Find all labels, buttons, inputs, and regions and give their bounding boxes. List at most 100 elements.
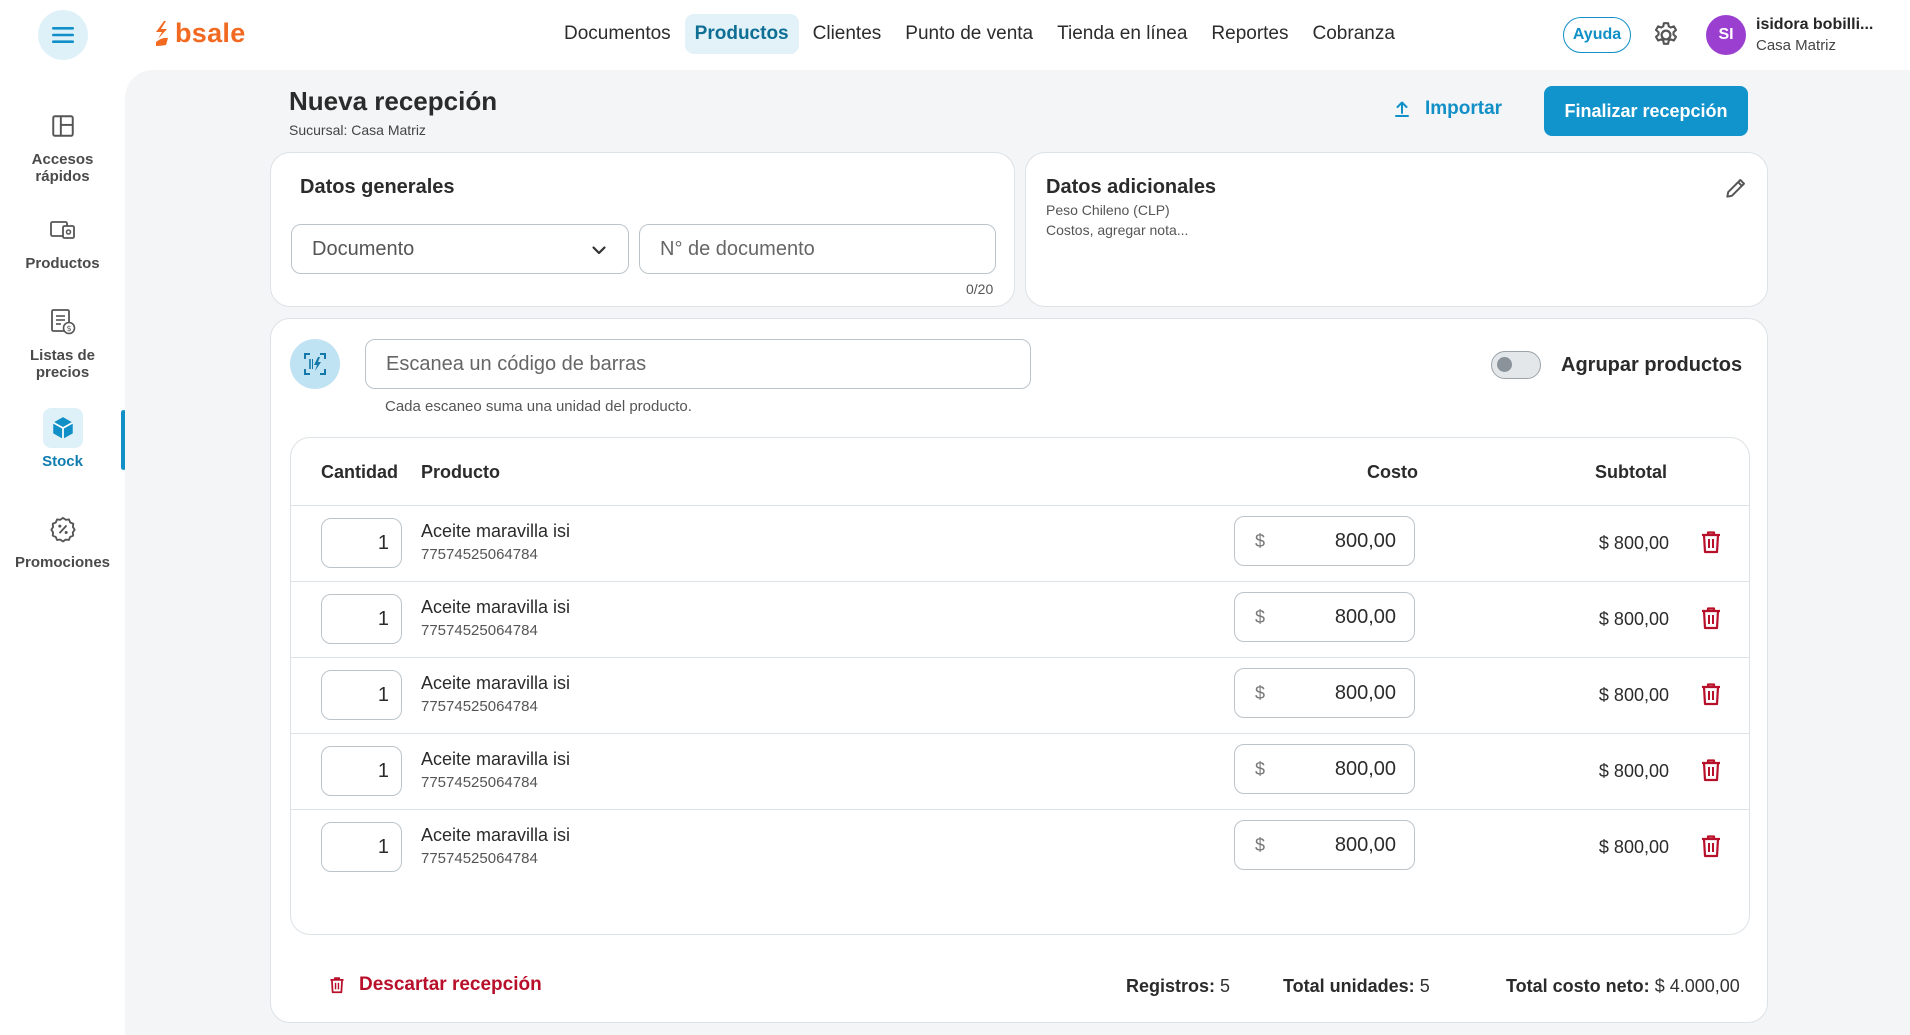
trash-icon — [1702, 531, 1720, 554]
nav-clientes[interactable]: Clientes — [803, 14, 892, 54]
table-row: Aceite maravilla isi 77574525064784 $ $ … — [291, 734, 1749, 810]
nav-tienda-en-linea[interactable]: Tienda en línea — [1047, 14, 1197, 54]
table-row: Aceite maravilla isi 77574525064784 $ $ … — [291, 506, 1749, 582]
pencil-icon — [1726, 179, 1745, 198]
column-header-producto: Producto — [421, 462, 500, 482]
gear-icon — [1654, 22, 1678, 45]
edit-additional-button[interactable] — [1723, 175, 1749, 201]
additional-data-title: Datos adicionales — [1046, 176, 1217, 198]
hamburger-menu-button[interactable] — [38, 10, 88, 60]
settings-button[interactable] — [1651, 20, 1681, 50]
currency-text: Peso Chileno (CLP) — [1046, 202, 1170, 218]
barcode-scan-input[interactable] — [365, 339, 1031, 389]
product-name: Aceite maravilla isi — [421, 521, 571, 541]
discard-reception-button[interactable]: Descartar recepción — [329, 974, 542, 996]
units-value: 5 — [1419, 976, 1430, 996]
total-cost-summary: Total costo neto: $ 4.000,00 — [1506, 976, 1740, 997]
product-code: 77574525064784 — [421, 622, 538, 639]
bsale-logo[interactable]: bsale — [153, 18, 246, 49]
document-number-counter: 0/20 — [966, 281, 994, 297]
quantity-input[interactable] — [321, 518, 402, 568]
group-products-toggle[interactable] — [1491, 351, 1541, 379]
cost-input[interactable] — [1286, 758, 1396, 781]
nav-documentos[interactable]: Documentos — [554, 14, 681, 54]
sidebar-item-label: Accesos rápidos — [31, 151, 94, 185]
delete-row-button[interactable] — [1700, 682, 1722, 706]
product-code: 77574525064784 — [421, 850, 538, 867]
general-data-card: Datos generales Documento 0/20 — [270, 152, 1015, 307]
currency-symbol: $ — [1255, 835, 1266, 855]
sidebar-item-label: Promociones — [14, 554, 111, 571]
table-header: Cantidad Producto Costo Subtotal — [291, 438, 1749, 506]
product-code: 77574525064784 — [421, 698, 538, 715]
nav-productos[interactable]: Productos — [684, 14, 799, 54]
chevron-down-icon — [592, 246, 606, 255]
sidebar-item-accesos-rapidos[interactable]: Accesos rápidos — [0, 106, 125, 185]
logo-text: bsale — [175, 18, 246, 48]
cost-field: $ — [1234, 592, 1415, 642]
sidebar-item-stock[interactable]: Stock — [0, 408, 125, 470]
document-type-value: Documento — [312, 237, 415, 260]
avatar[interactable]: SI — [1706, 15, 1746, 55]
general-data-title: Datos generales — [300, 176, 455, 198]
delete-row-button[interactable] — [1700, 606, 1722, 630]
currency-symbol: $ — [1255, 683, 1266, 703]
nav-cobranza[interactable]: Cobranza — [1303, 14, 1405, 54]
barcode-scan-icon — [304, 353, 326, 375]
total-cost-value: $ 4.000,00 — [1654, 976, 1740, 996]
product-name: Aceite maravilla isi — [421, 749, 571, 769]
nav-reportes[interactable]: Reportes — [1201, 14, 1298, 54]
trash-icon — [330, 977, 344, 994]
row-subtotal: $ 800,00 — [1598, 609, 1669, 629]
cost-field: $ — [1234, 820, 1415, 870]
sidebar-item-label: Stock — [42, 453, 83, 470]
document-number-input[interactable] — [639, 224, 996, 274]
delete-row-button[interactable] — [1700, 834, 1722, 858]
product-name: Aceite maravilla isi — [421, 825, 571, 845]
row-subtotal: $ 800,00 — [1598, 685, 1669, 705]
trash-icon — [1702, 607, 1720, 630]
records-summary: Registros: 5 — [1126, 976, 1230, 997]
quantity-input[interactable] — [321, 822, 402, 872]
table-row: Aceite maravilla isi 77574525064784 $ $ … — [291, 810, 1749, 886]
trash-icon — [1702, 759, 1720, 782]
currency-symbol: $ — [1255, 759, 1266, 779]
products-table: Cantidad Producto Costo Subtotal Aceite … — [290, 437, 1750, 935]
table-row: Aceite maravilla isi 77574525064784 $ $ … — [291, 658, 1749, 734]
currency-symbol: $ — [1255, 531, 1266, 551]
records-value: 5 — [1220, 976, 1231, 996]
document-type-select[interactable]: Documento — [291, 224, 629, 274]
cost-input[interactable] — [1286, 682, 1396, 705]
quantity-input[interactable] — [321, 670, 402, 720]
reception-items-card: Cada escaneo suma una unidad del product… — [270, 318, 1768, 1023]
import-button[interactable]: Importar — [1393, 98, 1502, 120]
import-label: Importar — [1425, 98, 1503, 119]
sidebar-item-productos[interactable]: Productos — [0, 210, 125, 272]
cost-input[interactable] — [1286, 834, 1396, 857]
units-summary: Total unidades: 5 — [1283, 976, 1430, 997]
group-products-label: Agrupar productos — [1561, 354, 1743, 376]
finish-reception-button[interactable]: Finalizar recepción — [1544, 86, 1748, 136]
bsale-flame-icon — [156, 20, 168, 46]
user-branch: Casa Matriz — [1756, 37, 1837, 54]
toggle-knob — [1497, 357, 1512, 372]
hamburger-icon — [52, 27, 74, 43]
delete-row-button[interactable] — [1700, 530, 1722, 554]
quantity-input[interactable] — [321, 746, 402, 796]
stock-cube-icon — [52, 417, 73, 439]
help-button[interactable]: Ayuda — [1563, 17, 1631, 53]
row-subtotal: $ 800,00 — [1598, 761, 1669, 781]
quantity-input[interactable] — [321, 594, 402, 644]
sidebar-item-promociones[interactable]: Promociones — [0, 509, 125, 571]
delete-row-button[interactable] — [1700, 758, 1722, 782]
cost-input[interactable] — [1286, 530, 1396, 553]
user-name[interactable]: isidora bobilli... — [1756, 16, 1873, 34]
column-header-subtotal: Subtotal — [1595, 462, 1667, 482]
main-content: Nueva recepción Sucursal: Casa Matriz Im… — [125, 70, 1910, 1035]
product-name: Aceite maravilla isi — [421, 597, 571, 617]
cost-input[interactable] — [1286, 606, 1396, 629]
total-cost-label: Total costo neto: — [1506, 976, 1650, 996]
sidebar-item-listas-de-precios[interactable]: $ Listas de precios — [0, 302, 125, 381]
scan-help-text: Cada escaneo suma una unidad del product… — [385, 398, 692, 415]
nav-punto-de-venta[interactable]: Punto de venta — [895, 14, 1043, 54]
